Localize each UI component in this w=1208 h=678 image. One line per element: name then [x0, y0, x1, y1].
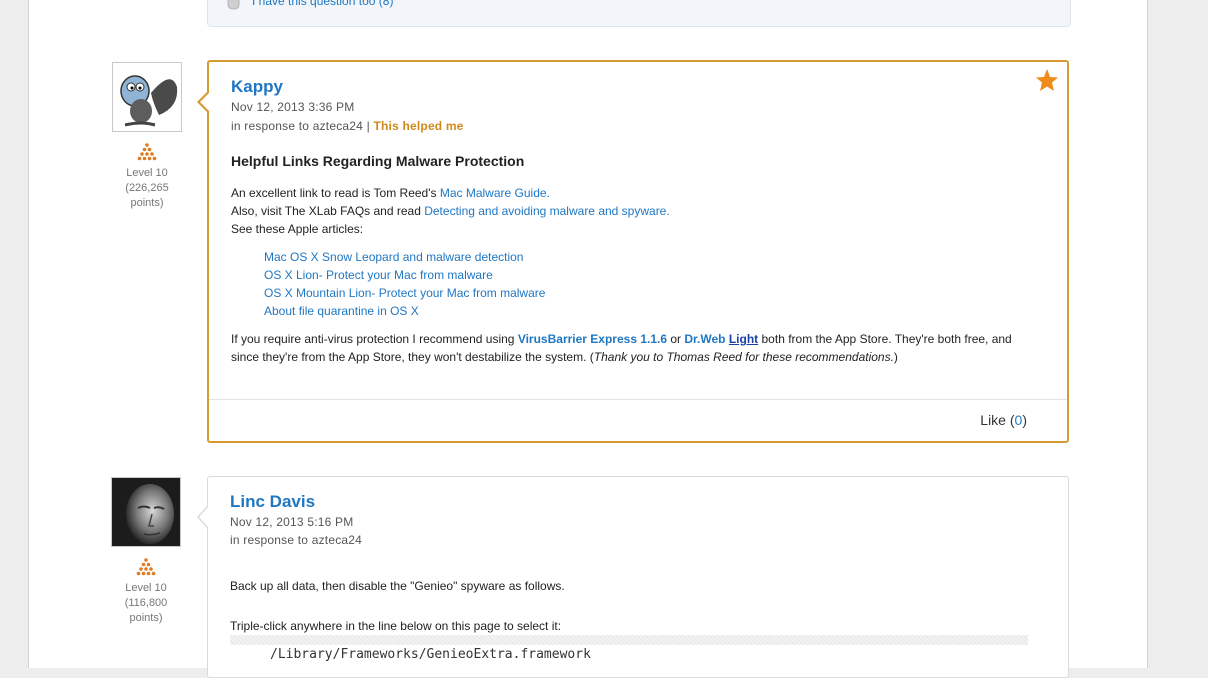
article-link[interactable]: OS X Lion- Protect your Mac from malware: [264, 268, 493, 282]
like-button[interactable]: Like (0): [980, 412, 1027, 428]
in-response-line: in response to azteca24: [230, 533, 363, 547]
paragraph: Back up all data, then disable the "Geni…: [230, 579, 565, 593]
helped-badge: This helped me: [373, 119, 464, 133]
article-link[interactable]: Mac OS X Snow Leopard and malware detect…: [264, 250, 523, 264]
user-level: Level 10: [126, 167, 168, 179]
paragraph: Also, visit The XLab FAQs and read Detec…: [231, 204, 670, 218]
detecting-malware-link[interactable]: Detecting and avoiding malware and spywa…: [424, 204, 669, 218]
paragraph: If you require anti-virus protection I r…: [231, 332, 1012, 364]
portrait-avatar-icon: [112, 478, 180, 546]
question-too-count: 8: [382, 0, 390, 8]
rank-triangle-icon: [137, 143, 157, 161]
user-points-suffix: points): [130, 197, 164, 209]
rank-triangle-icon: [136, 558, 156, 576]
post-heading: Helpful Links Regarding Malware Protecti…: [231, 153, 525, 169]
hand-raised-icon: [227, 0, 240, 10]
avatar[interactable]: [112, 62, 182, 132]
in-response-line: in response to azteca24 | This helped me: [231, 119, 464, 133]
user-points: (226,265: [125, 182, 169, 194]
mac-malware-guide-link[interactable]: Mac Malware Guide.: [440, 186, 550, 200]
page-content: I have this question too (8) Level 10 (2…: [28, 0, 1148, 678]
like-count: 0: [1014, 412, 1023, 428]
reply-post-linc-davis: Linc Davis Nov 12, 2013 5:16 PM in respo…: [197, 476, 1069, 678]
article-link[interactable]: OS X Mountain Lion- Protect your Mac fro…: [264, 286, 545, 300]
paragraph: An excellent link to read is Tom Reed's …: [231, 186, 550, 200]
post-body: Helpful Links Regarding Malware Protecti…: [231, 152, 1031, 366]
author-name[interactable]: Linc Davis: [230, 492, 315, 512]
post-date: Nov 12, 2013 5:16 PM: [230, 515, 354, 529]
article-link[interactable]: About file quarantine in OS X: [264, 304, 419, 318]
question-too-link[interactable]: I have this question too (8): [252, 0, 393, 8]
post-date: Nov 12, 2013 3:36 PM: [231, 100, 355, 114]
author-card-kappy: Level 10 (226,265 points): [111, 62, 183, 211]
divider: [209, 399, 1067, 400]
avatar[interactable]: [111, 477, 181, 547]
code-text[interactable]: /Library/Frameworks/GenieoExtra.framewor…: [270, 647, 591, 662]
user-points: (116,800: [124, 597, 168, 609]
author-name[interactable]: Kappy: [231, 77, 283, 97]
virusbarrier-link[interactable]: VirusBarrier Express 1.1.6: [518, 332, 667, 346]
in-response-user-link[interactable]: azteca24: [313, 119, 363, 133]
author-card-linc-davis: Level 10 (116,800 points): [110, 477, 182, 626]
article-list: Mac OS X Snow Leopard and malware detect…: [231, 248, 1031, 320]
user-points-suffix: points): [129, 612, 163, 624]
paragraph: See these Apple articles:: [231, 222, 364, 236]
question-actions-box: I have this question too (8): [207, 0, 1071, 27]
drweb-link[interactable]: Dr.Web Light: [684, 332, 758, 346]
paragraph: Triple-click anywhere in the line below …: [230, 619, 562, 633]
squirrel-avatar-icon: [113, 63, 181, 131]
in-response-user-link[interactable]: azteca24: [312, 533, 362, 547]
star-icon: [1036, 69, 1058, 91]
user-level: Level 10: [125, 582, 167, 594]
reply-post-kappy: Kappy Nov 12, 2013 3:36 PM in response t…: [197, 60, 1069, 443]
code-block[interactable]: /Library/Frameworks/GenieoExtra.framewor…: [230, 635, 1028, 669]
